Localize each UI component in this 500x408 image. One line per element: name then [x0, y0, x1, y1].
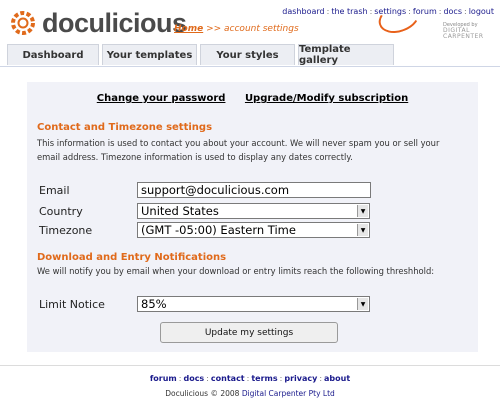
- top-link-dashboard[interactable]: dashboard: [282, 7, 324, 16]
- account-settings-panel: Change your password Upgrade/Modify subs…: [27, 82, 478, 352]
- developer-name: DIGITAL CARPENTER: [443, 27, 484, 40]
- tab-template-gallery[interactable]: Template gallery: [298, 44, 394, 66]
- chevron-down-icon: ▼: [357, 224, 368, 236]
- breadcrumb: Home >> account settings: [174, 24, 299, 34]
- timezone-value: (GMT -05:00) Eastern Time: [141, 223, 296, 237]
- upgrade-subscription-link[interactable]: Upgrade/Modify subscription: [245, 93, 408, 104]
- footer-link-forum[interactable]: forum: [150, 374, 177, 383]
- footer-link-about[interactable]: about: [324, 374, 350, 383]
- contact-description: This information is used to contact you …: [37, 138, 440, 162]
- tab-your-styles[interactable]: Your styles: [200, 44, 295, 65]
- country-select[interactable]: United States ▼: [137, 203, 370, 219]
- tab-your-templates[interactable]: Your templates: [102, 44, 197, 65]
- chevron-down-icon: ▼: [357, 298, 368, 310]
- country-label: Country: [39, 205, 83, 218]
- contact-heading: Contact and Timezone settings: [37, 122, 213, 133]
- update-settings-button[interactable]: Update my settings: [160, 322, 338, 343]
- timezone-label: Timezone: [39, 224, 93, 237]
- logo-gear-icon: [11, 11, 35, 35]
- account-links: Change your password Upgrade/Modify subs…: [27, 93, 478, 104]
- footer-link-docs[interactable]: docs: [183, 374, 204, 383]
- footer-link-terms[interactable]: terms: [251, 374, 277, 383]
- footer-links: forum: docs: contact: terms: privacy: about: [149, 374, 351, 383]
- chevron-down-icon: ▼: [357, 205, 368, 217]
- copyright-text: Doculicious © 2008: [165, 389, 240, 398]
- top-link-logout[interactable]: logout: [469, 7, 494, 16]
- notifications-description: We will notify you by email when your do…: [37, 266, 435, 276]
- email-label: Email: [39, 184, 70, 197]
- footer-divider: [0, 365, 500, 366]
- timezone-select[interactable]: (GMT -05:00) Eastern Time ▼: [137, 222, 370, 238]
- copyright: Doculicious © 2008 Digital Carpenter Pty…: [0, 389, 500, 398]
- brand-name: doculicious: [42, 7, 187, 38]
- email-field[interactable]: support@doculicious.com: [137, 182, 371, 198]
- company-link[interactable]: Digital Carpenter Pty Ltd: [242, 389, 335, 398]
- tab-dashboard[interactable]: Dashboard: [7, 44, 99, 65]
- limit-notice-label: Limit Notice: [39, 298, 105, 311]
- top-link-trash[interactable]: the trash: [331, 7, 367, 16]
- developer-logo: Developed by DIGITAL CARPENTER: [443, 22, 493, 40]
- breadcrumb-current: >> account settings: [206, 24, 299, 34]
- country-value: United States: [141, 204, 219, 218]
- tab-bar: Dashboard Your templates Your styles Tem…: [0, 44, 500, 67]
- email-value: support@doculicious.com: [141, 183, 290, 197]
- notifications-heading: Download and Entry Notifications: [37, 252, 227, 263]
- settings-highlight-circle: [374, 0, 424, 39]
- footer-link-privacy[interactable]: privacy: [284, 374, 317, 383]
- doculicious-logo[interactable]: doculicious: [10, 8, 187, 38]
- top-link-docs[interactable]: docs: [443, 7, 462, 16]
- limit-notice-value: 85%: [141, 297, 167, 311]
- footer-link-contact[interactable]: contact: [211, 374, 245, 383]
- limit-notice-select[interactable]: 85% ▼: [137, 296, 370, 312]
- breadcrumb-home-link[interactable]: Home: [174, 24, 203, 34]
- change-password-link[interactable]: Change your password: [97, 93, 226, 104]
